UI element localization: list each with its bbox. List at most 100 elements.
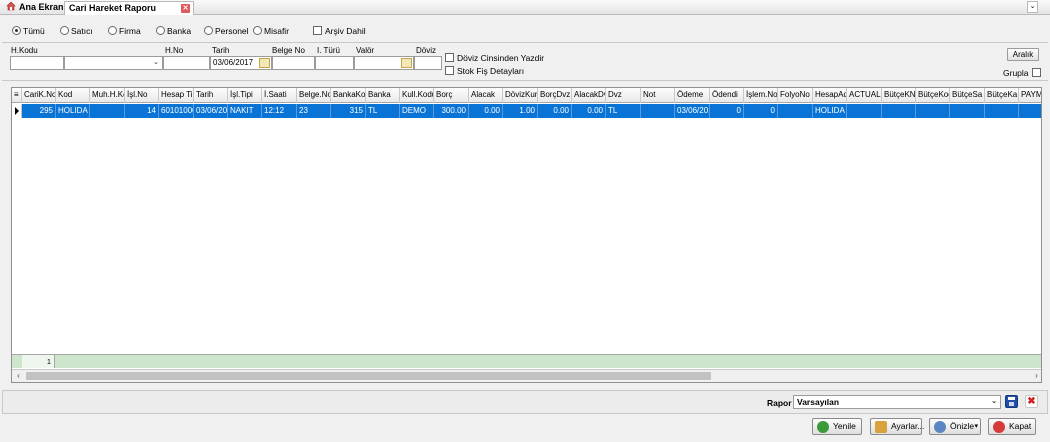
valor-input[interactable] bbox=[354, 56, 414, 70]
horizontal-scrollbar[interactable]: ‹ › bbox=[12, 369, 1041, 382]
table-cell[interactable]: 1.00 bbox=[503, 104, 538, 118]
yenile-button[interactable]: Yenile bbox=[812, 418, 862, 435]
table-cell[interactable] bbox=[778, 104, 813, 118]
table-row[interactable]: 295 HOLIDA 14 60101000 03/06/2017 NAKIT … bbox=[22, 104, 1041, 118]
col-header[interactable]: Tarih bbox=[194, 88, 228, 103]
table-cell[interactable] bbox=[916, 104, 950, 118]
col-header[interactable]: BütçeKa bbox=[985, 88, 1019, 103]
archive-checkbox[interactable]: Arşiv Dahil bbox=[313, 26, 366, 38]
calendar-icon[interactable] bbox=[401, 58, 412, 68]
grupla-checkbox[interactable]: Grupla bbox=[1003, 68, 1041, 78]
col-header[interactable]: CariK.No bbox=[22, 88, 56, 103]
col-header[interactable]: BorçDvz bbox=[538, 88, 572, 103]
radio-misafir[interactable]: Misafir bbox=[253, 26, 289, 38]
belgeno-input[interactable] bbox=[272, 56, 315, 70]
col-header[interactable]: FolyoNo bbox=[778, 88, 813, 103]
hkodu-input[interactable] bbox=[10, 56, 64, 70]
tab-list-dropdown[interactable]: ⌄ bbox=[1027, 1, 1038, 13]
col-header[interactable]: Ödendi bbox=[710, 88, 744, 103]
hkodu-dropdown[interactable]: ⌄ bbox=[64, 56, 163, 70]
rapor-select[interactable]: Varsayılan ⌄ bbox=[793, 395, 1001, 409]
ayarlar-button[interactable]: Ayarlar... bbox=[870, 418, 924, 435]
islturu-input[interactable] bbox=[315, 56, 354, 70]
onizle-button[interactable]: Önizle ▾ bbox=[929, 418, 981, 435]
table-cell[interactable]: 60101000 bbox=[159, 104, 194, 118]
tarih-input[interactable]: 03/06/2017 bbox=[210, 56, 272, 70]
col-header[interactable]: Alacak bbox=[469, 88, 503, 103]
table-cell[interactable]: TL bbox=[366, 104, 400, 118]
table-cell[interactable]: 23 bbox=[297, 104, 331, 118]
table-cell[interactable] bbox=[985, 104, 1019, 118]
col-header[interactable]: Kod bbox=[56, 88, 90, 103]
table-cell[interactable]: 295 bbox=[22, 104, 56, 118]
radio-banka[interactable]: Banka bbox=[156, 26, 191, 38]
col-header[interactable]: BankaKodu bbox=[331, 88, 366, 103]
tab-home[interactable]: Ana Ekran bbox=[2, 1, 68, 15]
col-header[interactable]: İşl.Tipi bbox=[228, 88, 262, 103]
table-cell[interactable]: DEMO bbox=[400, 104, 434, 118]
save-icon[interactable] bbox=[1005, 395, 1018, 408]
col-header[interactable]: Hesap Tipi bbox=[159, 88, 194, 103]
table-cell[interactable]: HOLIDA bbox=[56, 104, 90, 118]
col-header[interactable]: DövizKuru bbox=[503, 88, 538, 103]
col-header[interactable]: AlacakDvz bbox=[572, 88, 606, 103]
col-header[interactable]: Borç bbox=[434, 88, 469, 103]
scroll-left-icon[interactable]: ‹ bbox=[12, 370, 25, 382]
table-cell[interactable] bbox=[641, 104, 675, 118]
table-cell[interactable]: 0.00 bbox=[572, 104, 606, 118]
data-grid[interactable]: ≡ CariK.No Kod Muh.H.Kodu İşl.No Hesap T… bbox=[11, 87, 1042, 383]
radio-personel[interactable]: Personel bbox=[204, 26, 249, 38]
table-cell[interactable]: 03/06/2017 bbox=[675, 104, 710, 118]
col-header[interactable]: Muh.H.Kodu bbox=[90, 88, 125, 103]
col-header[interactable]: İ.Saati bbox=[262, 88, 297, 103]
scrollbar-thumb[interactable] bbox=[26, 372, 711, 380]
col-header[interactable]: Kull.Kodu bbox=[400, 88, 434, 103]
kapat-button[interactable]: Kapat bbox=[988, 418, 1036, 435]
col-header[interactable]: Dvz bbox=[606, 88, 641, 103]
col-header[interactable]: BütçeKN bbox=[882, 88, 916, 103]
col-header[interactable]: Banka bbox=[366, 88, 400, 103]
doviz-cinsinden-checkbox[interactable]: Döviz Cinsinden Yazdir bbox=[445, 53, 544, 63]
chevron-down-icon: ⌄ bbox=[153, 59, 159, 66]
doviz-input[interactable] bbox=[414, 56, 442, 70]
hno-input[interactable] bbox=[163, 56, 210, 70]
chevron-down-icon[interactable]: ▾ bbox=[974, 419, 978, 434]
table-cell[interactable] bbox=[950, 104, 985, 118]
table-cell[interactable] bbox=[847, 104, 882, 118]
col-header[interactable]: Not bbox=[641, 88, 675, 103]
col-header[interactable]: Belge.No bbox=[297, 88, 331, 103]
table-cell[interactable]: 03/06/2017 bbox=[194, 104, 228, 118]
table-cell[interactable]: 12:12 bbox=[262, 104, 297, 118]
table-cell[interactable]: 300.00 bbox=[434, 104, 469, 118]
calendar-icon[interactable] bbox=[259, 58, 270, 68]
col-header[interactable]: BütçeKodu bbox=[916, 88, 950, 103]
col-header[interactable]: İşl.No bbox=[125, 88, 159, 103]
table-cell[interactable]: 0 bbox=[710, 104, 744, 118]
table-cell[interactable]: 315 bbox=[331, 104, 366, 118]
col-header[interactable]: PAYM bbox=[1019, 88, 1041, 103]
radio-satici[interactable]: Satıcı bbox=[60, 26, 93, 38]
radio-firma[interactable]: Firma bbox=[108, 26, 141, 38]
table-cell[interactable]: 0 bbox=[744, 104, 778, 118]
table-cell[interactable]: 14 bbox=[125, 104, 159, 118]
stok-fis-checkbox[interactable]: Stok Fiş Detayları bbox=[445, 66, 524, 76]
table-cell[interactable]: 0.00 bbox=[469, 104, 503, 118]
col-header[interactable]: BütçeSa bbox=[950, 88, 985, 103]
table-cell[interactable] bbox=[882, 104, 916, 118]
table-cell[interactable]: HOLIDA bbox=[813, 104, 847, 118]
tab-cari-hareket-raporu[interactable]: Cari Hareket Raporu ✕ bbox=[64, 1, 194, 15]
scroll-right-icon[interactable]: › bbox=[1030, 370, 1041, 382]
table-cell[interactable] bbox=[1019, 104, 1041, 118]
radio-tumu[interactable]: Tümü bbox=[12, 26, 45, 38]
table-cell[interactable]: 0.00 bbox=[538, 104, 572, 118]
aralik-button[interactable]: Aralık bbox=[1007, 48, 1039, 61]
col-header[interactable]: İşlem.No bbox=[744, 88, 778, 103]
col-header[interactable]: Ödeme bbox=[675, 88, 710, 103]
table-cell[interactable]: NAKIT bbox=[228, 104, 262, 118]
col-header[interactable]: HesapAdı bbox=[813, 88, 847, 103]
table-cell[interactable] bbox=[90, 104, 125, 118]
delete-icon[interactable]: ✖ bbox=[1025, 395, 1038, 408]
close-icon[interactable]: ✕ bbox=[181, 4, 190, 13]
table-cell[interactable]: TL bbox=[606, 104, 641, 118]
col-header[interactable]: ACTUAL bbox=[847, 88, 882, 103]
